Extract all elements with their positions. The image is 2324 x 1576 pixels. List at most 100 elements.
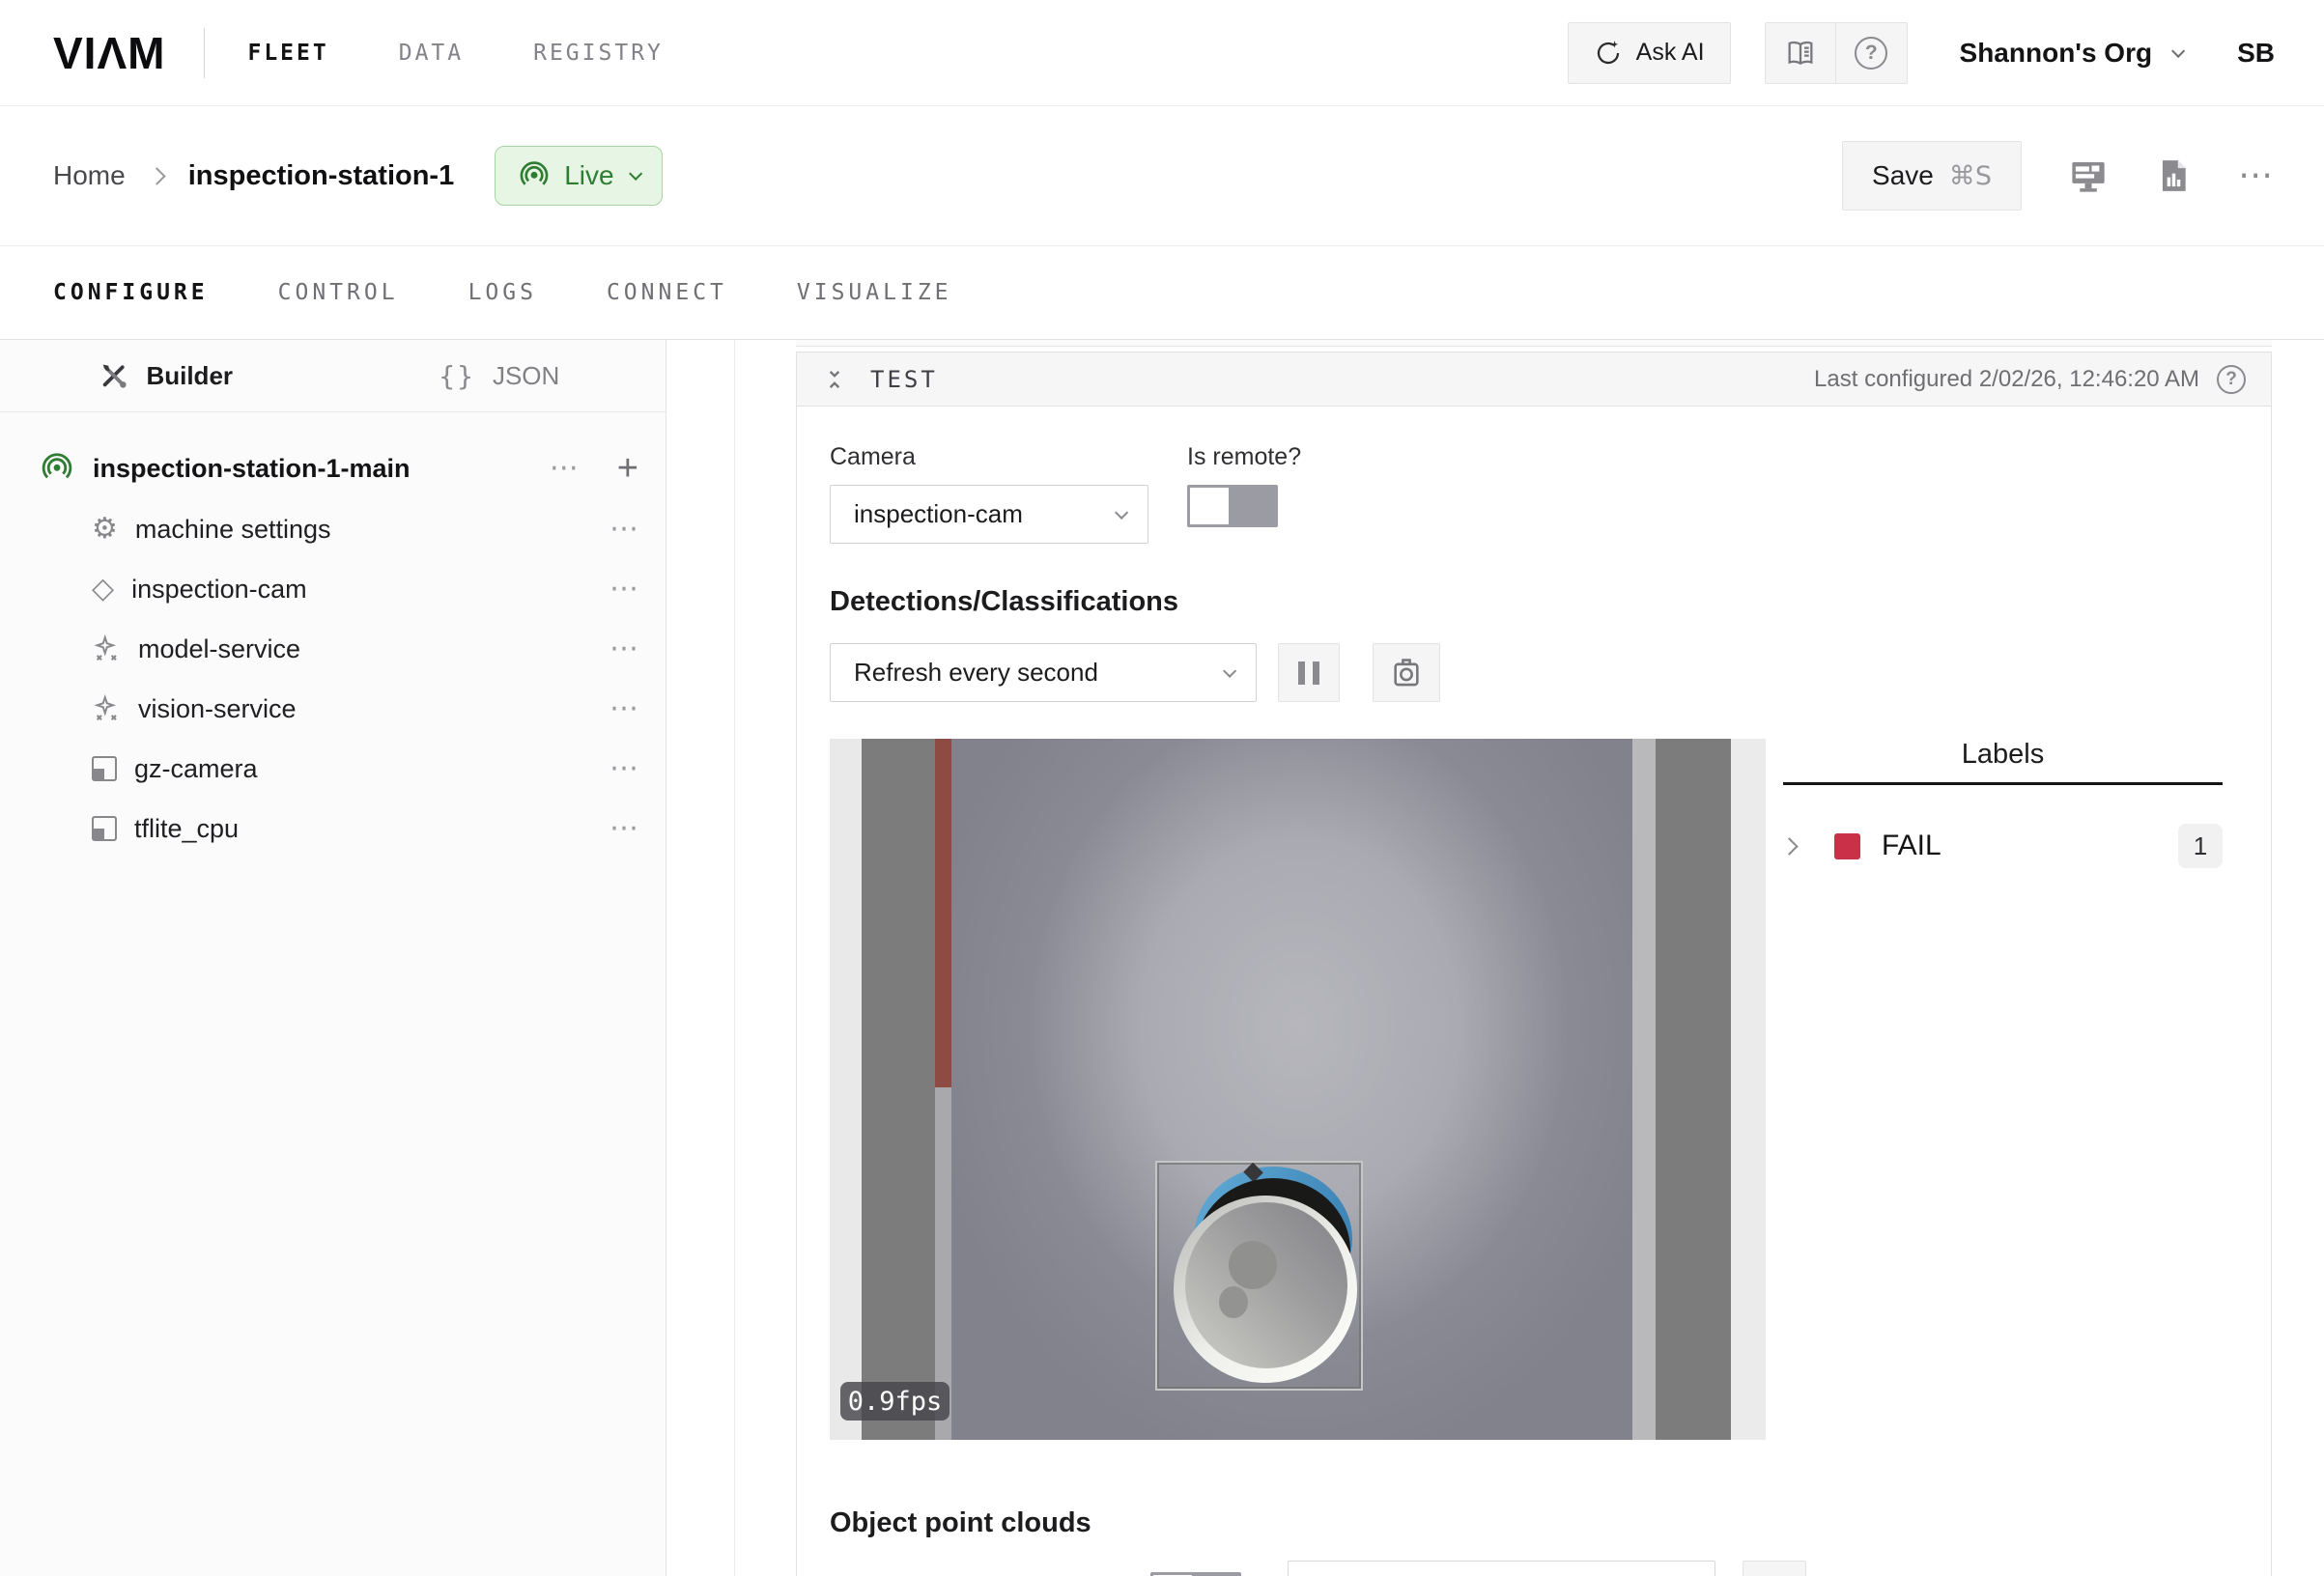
object-point-clouds-controls — [830, 1561, 2238, 1576]
item-overflow-menu[interactable]: ⋯ — [609, 515, 638, 544]
viam-logo[interactable]: VIΛM — [53, 27, 165, 79]
label-row-fail[interactable]: FAIL 1 — [1783, 824, 2223, 868]
camera-stream-image: 0.9fps — [830, 739, 1766, 1440]
org-switcher[interactable]: Shannon's Org — [1960, 38, 2182, 69]
machine-report-button[interactable] — [2155, 157, 2192, 194]
machine-name: inspection-station-1 — [188, 160, 455, 192]
tab-connect[interactable]: CONNECT — [607, 280, 727, 305]
item-overflow-menu[interactable]: ⋯ — [609, 694, 638, 723]
config-main: TEST Last configured 2/02/26, 12:46:20 A… — [667, 340, 2324, 1576]
test-panel-title: TEST — [870, 366, 938, 393]
pause-icon — [1298, 661, 1305, 685]
breadcrumb-home-link[interactable]: Home — [53, 160, 126, 191]
breadcrumb-chevron-icon — [148, 167, 165, 184]
nav-item-registry[interactable]: REGISTRY — [533, 41, 664, 66]
label-name: FAIL — [1882, 830, 1941, 862]
last-configured-text: Last configured 2/02/26, 12:46:20 AM — [1814, 366, 2199, 393]
ask-ai-sparkle-icon — [1594, 39, 1623, 68]
refresh-rate-select[interactable]: Refresh every second — [830, 643, 1257, 702]
fps-indicator: 0.9fps — [840, 1382, 949, 1421]
diamond-component-icon: ◇ — [92, 575, 114, 604]
book-icon — [1785, 38, 1816, 69]
live-status-badge[interactable]: Live — [495, 146, 662, 206]
machine-part-row[interactable]: inspection-station-1-main ⋯ + — [0, 437, 666, 499]
tree-item-tflite-cpu[interactable]: tflite_cpu ⋯ — [0, 799, 666, 858]
detected-object-face — [1185, 1202, 1347, 1368]
test-panel-body: Camera inspection-cam Is remote? Detecti… — [797, 407, 2271, 1576]
item-overflow-menu[interactable]: ⋯ — [609, 575, 638, 604]
machine-part-radar-icon — [41, 452, 73, 485]
cam-bg-strip — [1731, 739, 1766, 1440]
camera-select-value: inspection-cam — [854, 499, 1023, 529]
camera-select[interactable]: inspection-cam — [830, 485, 1148, 544]
save-button[interactable]: Save ⌘S — [1842, 141, 2022, 211]
live-radar-icon — [519, 160, 550, 191]
tree-item-model-service[interactable]: model-service ⋯ — [0, 619, 666, 679]
docs-help-group: ? — [1765, 22, 1908, 84]
test-panel-header: TEST Last configured 2/02/26, 12:46:20 A… — [797, 352, 2271, 407]
gear-icon: ⚙ — [92, 515, 118, 544]
scroll-divider — [734, 340, 735, 1576]
primary-nav: FLEET DATA REGISTRY — [247, 41, 663, 66]
tree-item-inspection-cam[interactable]: ◇ inspection-cam ⋯ — [0, 559, 666, 619]
label-count-badge: 1 — [2178, 824, 2223, 868]
tab-logs[interactable]: LOGS — [468, 280, 537, 305]
point-clouds-input[interactable] — [1288, 1561, 1715, 1576]
previous-card-edge — [796, 340, 2272, 347]
help-icon[interactable]: ? — [2217, 365, 2246, 394]
config-sidebar: Builder {} JSON inspection — [0, 340, 666, 1576]
ellipsis-icon: ⋯ — [2238, 158, 2275, 193]
pause-stream-button[interactable] — [1278, 643, 1340, 702]
tree-item-machine-settings[interactable]: ⚙ machine settings ⋯ — [0, 499, 666, 559]
component-tree: inspection-station-1-main ⋯ + ⚙ machine … — [0, 412, 666, 858]
test-panel: TEST Last configured 2/02/26, 12:46:20 A… — [796, 352, 2272, 1576]
nav-divider — [204, 28, 205, 78]
documentation-button[interactable] — [1766, 23, 1836, 83]
module-icon — [92, 816, 117, 841]
cam-bg-strip — [830, 739, 862, 1440]
help-button[interactable]: ? — [1835, 23, 1907, 83]
expand-chevron-icon[interactable] — [1780, 837, 1798, 855]
collapse-icon[interactable] — [822, 367, 847, 392]
is-remote-toggle[interactable] — [1187, 485, 1278, 527]
machine-header-row: Home inspection-station-1 Live Save ⌘S — [0, 106, 2324, 246]
builder-mode-button[interactable]: Builder — [0, 340, 333, 411]
stream-controls: Refresh every second — [830, 643, 2238, 702]
item-overflow-menu[interactable]: ⋯ — [609, 634, 638, 663]
item-overflow-menu[interactable]: ⋯ — [609, 754, 638, 783]
json-mode-button[interactable]: {} JSON — [333, 340, 666, 411]
item-overflow-menu[interactable]: ⋯ — [609, 814, 638, 843]
tab-control[interactable]: CONTROL — [278, 280, 399, 305]
help-icon: ? — [1855, 37, 1887, 70]
nav-item-fleet[interactable]: FLEET — [247, 41, 328, 66]
chevron-down-icon — [629, 167, 642, 181]
ask-ai-button[interactable]: Ask AI — [1568, 22, 1731, 84]
machine-monitor-button[interactable] — [2068, 155, 2109, 196]
machine-tab-bar: CONFIGURE CONTROL LOGS CONNECT VISUALIZE — [0, 246, 2324, 340]
cam-bg-strip — [1656, 739, 1731, 1440]
tab-configure[interactable]: CONFIGURE — [53, 280, 209, 305]
refresh-rate-value: Refresh every second — [854, 658, 1098, 688]
point-clouds-toggle[interactable] — [1150, 1572, 1241, 1576]
top-nav-right: Ask AI ? Shannon's Org — [1568, 22, 2275, 84]
tab-visualize[interactable]: VISUALIZE — [797, 280, 952, 305]
tree-item-label: machine settings — [135, 515, 331, 545]
add-component-button[interactable]: + — [617, 450, 638, 487]
chevron-down-icon — [2171, 43, 2185, 57]
machine-overflow-menu[interactable]: ⋯ — [2238, 158, 2275, 193]
capture-frame-button[interactable] — [1373, 643, 1440, 702]
configure-body: Builder {} JSON inspection — [0, 340, 2324, 1576]
tree-item-vision-service[interactable]: vision-service ⋯ — [0, 679, 666, 739]
part-overflow-menu[interactable]: ⋯ — [550, 454, 579, 483]
user-avatar[interactable]: SB — [2237, 38, 2275, 69]
builder-tools-icon — [99, 361, 128, 390]
point-clouds-button[interactable] — [1743, 1561, 1806, 1576]
labels-panel: Labels FAIL 1 — [1783, 739, 2223, 868]
is-remote-label: Is remote? — [1187, 443, 1301, 471]
org-name: Shannon's Org — [1960, 38, 2153, 69]
nav-item-data[interactable]: DATA — [399, 41, 464, 66]
tree-item-label: model-service — [138, 634, 300, 664]
tree-item-gz-camera[interactable]: gz-camera ⋯ — [0, 739, 666, 799]
save-shortcut: ⌘S — [1949, 161, 1992, 191]
tree-item-label: vision-service — [138, 694, 297, 724]
